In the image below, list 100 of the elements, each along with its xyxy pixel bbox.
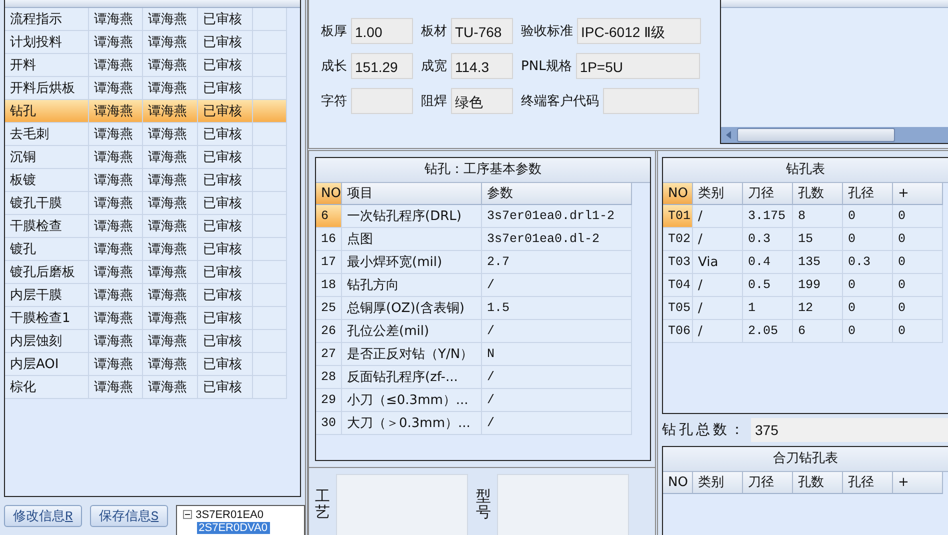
table-cell[interactable]: 谭海燕 — [89, 353, 143, 376]
table-cell[interactable] — [253, 284, 287, 307]
text-field[interactable]: 375 — [751, 418, 948, 442]
table-cell[interactable] — [253, 146, 287, 169]
table-cell[interactable]: 已审核 — [198, 215, 253, 238]
table-cell[interactable]: 镀孔 — [5, 238, 89, 261]
table-cell[interactable]: 板镀 — [5, 169, 89, 192]
table-cell[interactable]: 已审核 — [198, 376, 253, 399]
table-cell[interactable]: 谭海燕 — [143, 77, 198, 100]
column-header[interactable]: 孔径 — [843, 472, 893, 494]
table-cell[interactable]: 已审核 — [198, 330, 253, 353]
table-cell[interactable]: 谭海燕 — [143, 284, 198, 307]
table-cell[interactable]: 谭海燕 — [143, 100, 198, 123]
column-header[interactable]: + — [893, 472, 943, 494]
column-header[interactable]: 刀径 — [743, 183, 793, 205]
table-cell[interactable]: 内层干膜 — [5, 284, 89, 307]
table-cell[interactable]: 内层蚀刻 — [5, 330, 89, 353]
table-cell[interactable] — [253, 100, 287, 123]
table-cell[interactable]: 计划投料 — [5, 31, 89, 54]
table-cell[interactable]: 谭海燕 — [143, 54, 198, 77]
text-area[interactable] — [497, 474, 629, 535]
table-cell[interactable]: 已审核 — [198, 353, 253, 376]
table-cell[interactable] — [253, 330, 287, 353]
table-cell[interactable] — [253, 8, 287, 31]
column-header[interactable]: 孔径 — [843, 183, 893, 205]
table-cell[interactable] — [253, 353, 287, 376]
table-cell[interactable] — [253, 169, 287, 192]
text-area[interactable] — [336, 474, 468, 535]
table-cell[interactable]: 已审核 — [198, 238, 253, 261]
table-cell[interactable]: 去毛刺 — [5, 123, 89, 146]
table-cell[interactable]: 谭海燕 — [89, 169, 143, 192]
text-field[interactable]: 绿色 — [451, 88, 513, 114]
table-cell[interactable]: 谭海燕 — [143, 123, 198, 146]
text-field[interactable] — [351, 88, 413, 114]
column-header[interactable]: 参数 — [482, 183, 632, 205]
horizontal-scrollbar[interactable] — [721, 127, 948, 143]
text-field[interactable]: 1.00 — [351, 18, 413, 44]
table-cell[interactable] — [253, 307, 287, 330]
table-cell[interactable]: 谭海燕 — [89, 123, 143, 146]
column-header[interactable]: NO — [663, 472, 693, 494]
table-cell[interactable] — [253, 192, 287, 215]
table-cell[interactable]: 已审核 — [198, 31, 253, 54]
table-cell[interactable]: 干膜检查 — [5, 215, 89, 238]
table-cell[interactable]: 谭海燕 — [89, 8, 143, 31]
table-cell[interactable]: 已审核 — [198, 8, 253, 31]
table-cell[interactable]: 谭海燕 — [143, 353, 198, 376]
table-cell[interactable]: 开料 — [5, 54, 89, 77]
table-cell[interactable]: 流程指示 — [5, 8, 89, 31]
table-cell[interactable]: 已审核 — [198, 261, 253, 284]
table-cell[interactable]: 开料后烘板 — [5, 77, 89, 100]
table-cell[interactable]: 谭海燕 — [143, 8, 198, 31]
column-header[interactable]: 项目 — [342, 183, 482, 205]
table-cell[interactable]: 谭海燕 — [143, 307, 198, 330]
table-cell[interactable]: 谭海燕 — [143, 146, 198, 169]
table-cell[interactable]: 谭海燕 — [143, 215, 198, 238]
text-field[interactable] — [603, 88, 699, 114]
tree-node[interactable]: 3S7ER01EA0 — [194, 508, 266, 520]
table-cell[interactable]: 镀孔后磨板 — [5, 261, 89, 284]
table-cell[interactable]: 已审核 — [198, 192, 253, 215]
table-cell[interactable]: 谭海燕 — [143, 330, 198, 353]
table-cell[interactable] — [253, 238, 287, 261]
table-cell[interactable]: 谭海燕 — [143, 31, 198, 54]
table-cell[interactable]: 谭海燕 — [143, 192, 198, 215]
table-cell[interactable]: 谭海燕 — [89, 54, 143, 77]
table-cell[interactable]: 已审核 — [198, 307, 253, 330]
table-cell[interactable]: 谭海燕 — [143, 376, 198, 399]
column-header[interactable]: 刀径 — [743, 472, 793, 494]
column-header[interactable]: 类别 — [693, 183, 743, 205]
table-cell[interactable] — [253, 31, 287, 54]
table-cell[interactable]: 谭海燕 — [89, 215, 143, 238]
table-cell[interactable]: 内层AOI — [5, 353, 89, 376]
column-header[interactable]: NO — [316, 183, 342, 205]
column-header[interactable]: 类别 — [693, 472, 743, 494]
table-cell[interactable]: 谭海燕 — [89, 238, 143, 261]
column-header[interactable]: NO — [663, 183, 693, 205]
table-cell[interactable] — [253, 261, 287, 284]
table-cell[interactable]: 谭海燕 — [89, 100, 143, 123]
table-cell[interactable]: 已审核 — [198, 123, 253, 146]
table-cell[interactable] — [253, 376, 287, 399]
table-cell[interactable]: 沉铜 — [5, 146, 89, 169]
table-cell[interactable]: 已审核 — [198, 146, 253, 169]
table-cell[interactable]: 谭海燕 — [89, 307, 143, 330]
text-field[interactable]: IPC-6012 Ⅱ级 — [577, 18, 701, 44]
table-cell[interactable]: 已审核 — [198, 77, 253, 100]
table-cell[interactable]: 谭海燕 — [89, 330, 143, 353]
table-cell[interactable]: 谭海燕 — [143, 238, 198, 261]
table-cell[interactable]: 谭海燕 — [89, 77, 143, 100]
action-button[interactable]: 修改信息R — [4, 505, 82, 527]
table-cell[interactable]: 已审核 — [198, 100, 253, 123]
table-cell[interactable]: 棕化 — [5, 376, 89, 399]
table-cell[interactable] — [253, 123, 287, 146]
text-field[interactable]: 114.3 — [451, 53, 513, 79]
table-cell[interactable]: 谭海燕 — [89, 192, 143, 215]
column-header[interactable]: 孔数 — [793, 183, 843, 205]
table-cell[interactable]: 谭海燕 — [143, 169, 198, 192]
table-cell[interactable]: 谭海燕 — [89, 284, 143, 307]
text-field[interactable]: 1P=5U — [576, 53, 700, 79]
table-cell[interactable]: 已审核 — [198, 169, 253, 192]
table-cell[interactable]: 钻孔 — [5, 100, 89, 123]
table-cell[interactable]: 谭海燕 — [89, 376, 143, 399]
